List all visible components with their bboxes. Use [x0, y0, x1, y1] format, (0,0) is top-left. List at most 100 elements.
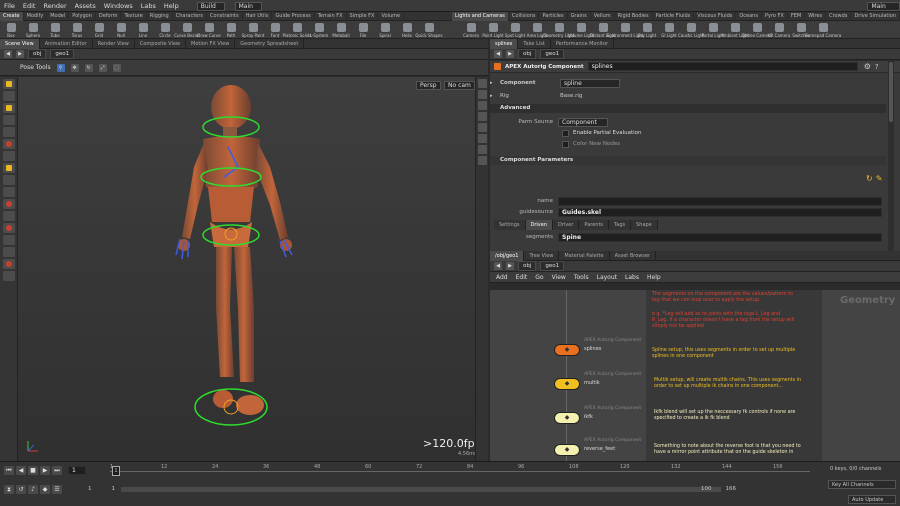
shelf-tab-5[interactable]: Texture [121, 12, 147, 21]
net-menu-edit[interactable]: Edit [516, 274, 528, 281]
view-tool-icon[interactable] [3, 91, 15, 101]
layers-icon[interactable] [3, 271, 15, 281]
shelf_tools_right-tool-4[interactable]: Geometry Light [543, 21, 575, 39]
net-path-obj[interactable]: obj [518, 261, 537, 271]
display-icon[interactable] [3, 187, 15, 197]
network_pane.tabs-tab-1[interactable]: Tree View [524, 250, 560, 261]
shelf_tools_right-tool-13[interactable]: Stereo Camera [742, 21, 772, 39]
segments-field[interactable]: Spine [558, 232, 882, 242]
net-menu-view[interactable]: View [552, 274, 566, 281]
left_pane.tabs-tab-2[interactable]: Render View [93, 38, 135, 49]
shelf-tab-6[interactable]: Rigging [147, 12, 173, 21]
shelf_tools_left-tool-2[interactable]: Tube [44, 21, 66, 39]
shelf-tab-2[interactable]: Model [47, 12, 70, 21]
rig-expand-icon[interactable]: ▸ [490, 93, 500, 99]
param-scrollbar[interactable] [888, 61, 894, 251]
net-menu-layout[interactable]: Layout [597, 274, 617, 281]
shelf_tools_left-tool-1[interactable]: Sphere [22, 21, 44, 39]
pose-icon[interactable]: ⚲ [56, 63, 65, 72]
loop-icon[interactable]: ↺ [16, 484, 26, 494]
name-field[interactable] [558, 196, 882, 206]
param-forward-arrow-icon[interactable]: ▶ [506, 50, 514, 58]
shelf_tools_left-tool-19[interactable]: Quick Shapes [415, 21, 443, 39]
shelf-tab-13[interactable]: Volume [378, 12, 405, 21]
advanced-section[interactable]: Advanced [490, 104, 886, 113]
light-toggle-icon[interactable] [478, 156, 487, 165]
light-icon[interactable] [3, 223, 15, 233]
node-multik[interactable]: ◆ [554, 378, 580, 390]
magnet-icon[interactable] [3, 139, 15, 149]
path-obj[interactable]: obj [28, 49, 47, 59]
param_pane.tabs-tab-2[interactable]: Performance Monitor [551, 38, 615, 49]
node-reverse_feet[interactable]: ◆ [554, 444, 580, 456]
handle-tool-icon[interactable] [3, 115, 15, 125]
shelf_tools_left-tool-9[interactable]: Draw Curve [197, 21, 221, 39]
shelf_tools_left-tool-5[interactable]: Null [110, 21, 132, 39]
rotate-icon[interactable]: ↻ [84, 63, 93, 72]
right-context-dropdown[interactable]: Main [867, 1, 900, 11]
net-menu-tools[interactable]: Tools [574, 274, 589, 281]
menu-labs[interactable]: Labs [137, 0, 160, 12]
shelf_tools_left-tool-16[interactable]: File [352, 21, 374, 39]
menu-edit[interactable]: Edit [19, 0, 40, 12]
key-all-channels-dropdown[interactable]: Key All Channels [828, 480, 896, 489]
playhead[interactable]: 1 [112, 466, 120, 476]
param-path-obj[interactable]: obj [518, 49, 537, 59]
color-new-nodes-checkbox[interactable] [562, 140, 569, 148]
left_pane.tabs-tab-5[interactable]: Geometry Spreadsheet [235, 38, 305, 49]
pin-icon[interactable] [3, 163, 15, 173]
vis-icon[interactable] [478, 145, 487, 154]
net-menu-help[interactable]: Help [647, 274, 661, 281]
desktop-dropdown[interactable]: Build [196, 1, 225, 11]
shelf_tools_left-tool-4[interactable]: Grid [88, 21, 110, 39]
menu-help[interactable]: Help [160, 0, 183, 12]
left_pane.tabs-tab-0[interactable]: Scene View [0, 38, 40, 49]
auto-update-dropdown[interactable]: Auto Update [848, 495, 896, 504]
param-path-geo1[interactable]: geo1 [540, 49, 565, 59]
shelf_tools_left-tool-6[interactable]: Line [132, 21, 154, 39]
gear-icon[interactable]: ⚙ [864, 62, 871, 71]
node-name-field[interactable]: splines [587, 62, 858, 71]
menu-file[interactable]: File [0, 0, 19, 12]
shelf-tab-right-8[interactable]: Oceans [736, 12, 762, 21]
shelf_tools_left-tool-11[interactable]: Spray Paint [242, 21, 264, 39]
component-expand-icon[interactable]: ▸ [490, 80, 500, 86]
shelf-tab-right-6[interactable]: Particle Fluids [653, 12, 695, 21]
shelf-tab-right-3[interactable]: Grains [568, 12, 591, 21]
node-splines[interactable]: ◆ [554, 344, 580, 356]
shelf_tools_right-tool-8[interactable]: Sky Light [636, 21, 658, 39]
shelf_tools_left-tool-15[interactable]: Metaball [330, 21, 352, 39]
wire-icon[interactable] [3, 235, 15, 245]
shelf-tab-9[interactable]: Hair Utils [243, 12, 273, 21]
menu-assets[interactable]: Assets [71, 0, 100, 12]
shelf_tools_right-tool-2[interactable]: Spot Light [504, 21, 526, 39]
net-menu-labs[interactable]: Labs [625, 274, 639, 281]
select-icon[interactable]: ⬚ [112, 63, 121, 72]
shelf-tab-right-12[interactable]: Crowds [826, 12, 852, 21]
flag-icon[interactable] [3, 259, 15, 269]
normals-icon[interactable] [478, 134, 487, 143]
wireframe-icon[interactable] [478, 112, 487, 121]
shelf_tools_right-tool-0[interactable]: Camera [460, 21, 482, 39]
snap-icon[interactable] [3, 151, 15, 161]
shelf-tab-11[interactable]: Terrain FX [315, 12, 347, 21]
shelf-tab-right-0[interactable]: Lights and Cameras [452, 12, 509, 21]
shelf-tab-right-11[interactable]: Wires [805, 12, 827, 21]
camera-icon[interactable] [3, 211, 15, 221]
realtime-icon[interactable]: ⧗ [4, 484, 14, 494]
shelf-tab-right-5[interactable]: Rigid Bodies [615, 12, 653, 21]
shelf_tools_left-tool-0[interactable]: Box [0, 21, 22, 39]
shelf-tab-1[interactable]: Modify [24, 12, 48, 21]
key-icon[interactable]: ◆ [40, 484, 50, 494]
jump-end-icon[interactable]: ⏭ [52, 465, 62, 475]
scene-viewport[interactable]: Persp No cam >120.0fps 4.56ms [18, 77, 488, 461]
network-editor[interactable]: Geometry The segments on the component a… [490, 290, 900, 461]
network_pane.tabs-tab-3[interactable]: Asset Browser [610, 250, 657, 261]
back-arrow-icon[interactable]: ◀ [4, 50, 12, 58]
subtab-0[interactable]: Settings [494, 220, 526, 230]
shelf_tools_right-tool-16[interactable]: Gamepad Camera [805, 21, 841, 39]
param_pane.tabs-tab-1[interactable]: Take List [518, 38, 551, 49]
shelf_tools_left-tool-17[interactable]: Spiral [374, 21, 396, 39]
scale-icon[interactable]: ⤢ [98, 63, 107, 72]
shelf_tools_right-tool-7[interactable]: Environment Light [607, 21, 643, 39]
